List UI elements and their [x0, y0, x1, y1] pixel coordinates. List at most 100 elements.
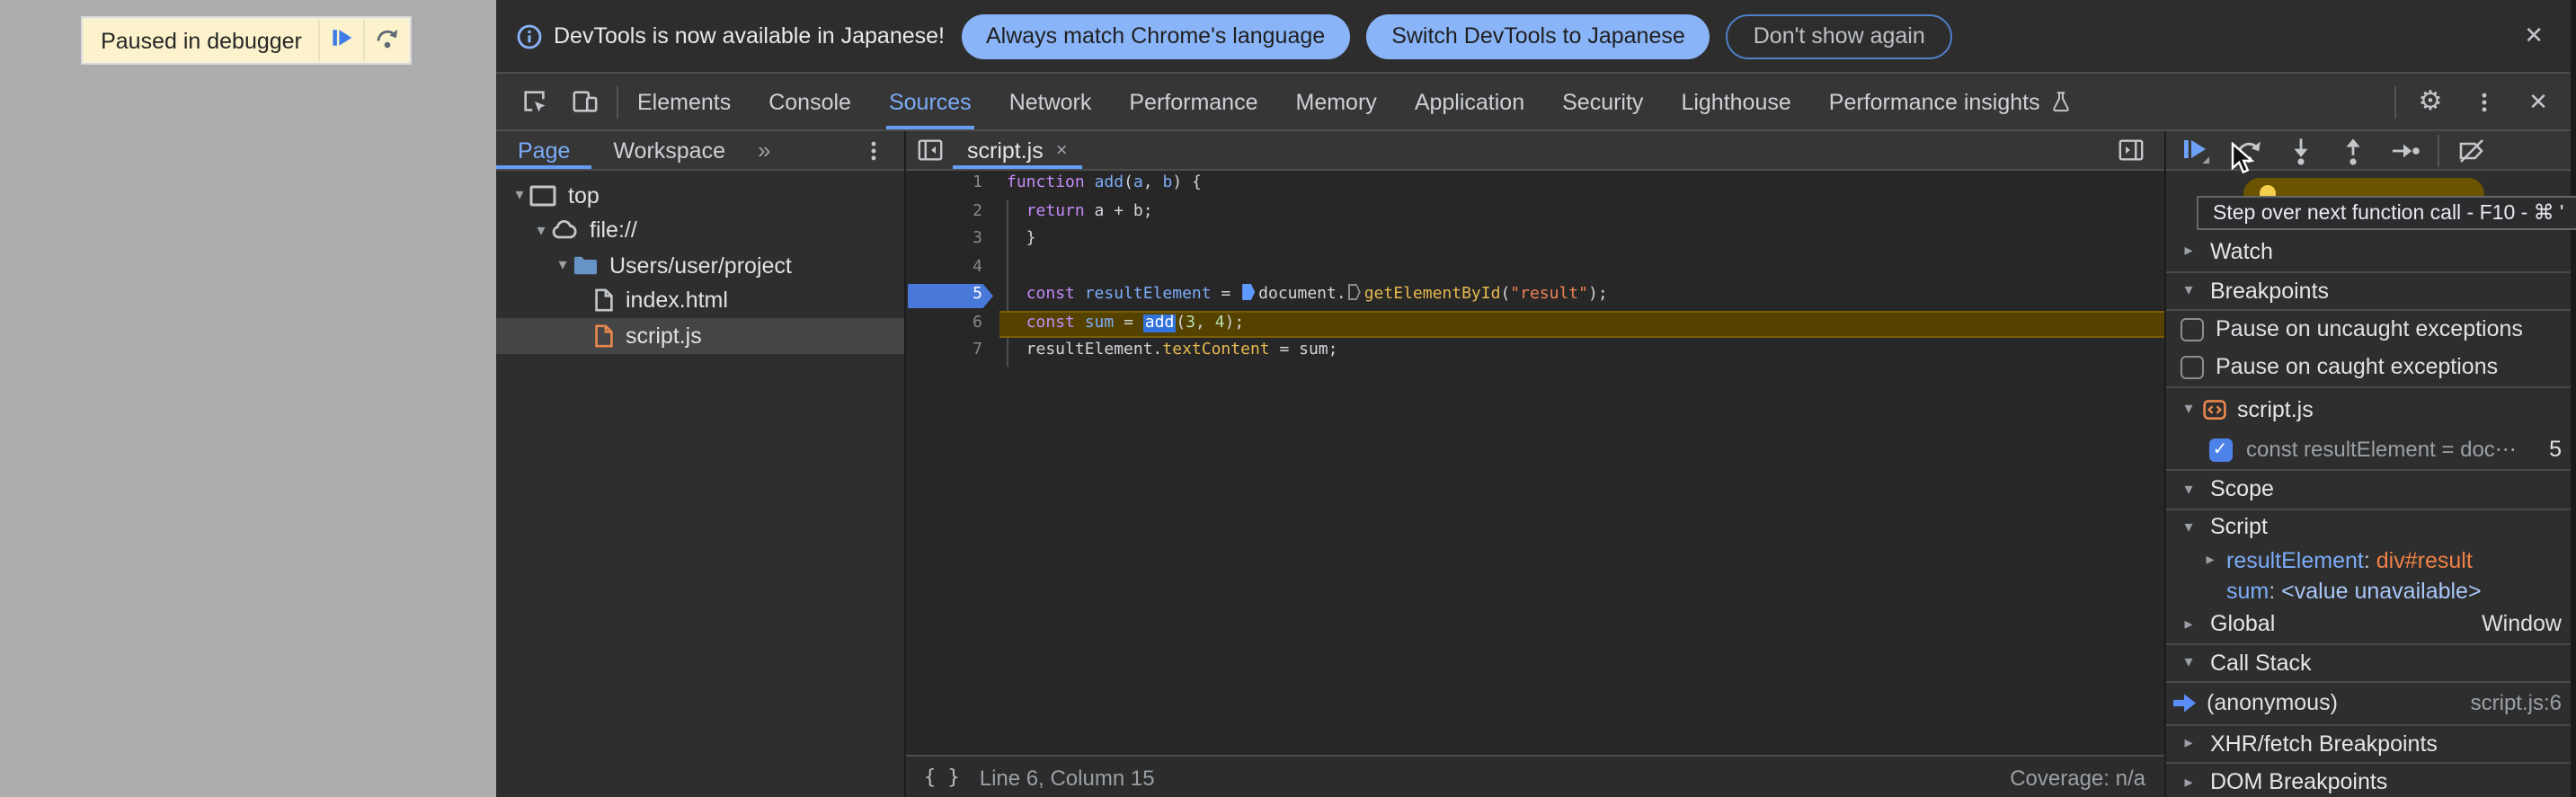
section-script[interactable]: ▾ Script	[2165, 508, 2576, 545]
expand-triangle-icon[interactable]: ▾	[511, 186, 529, 206]
gutter-line-6[interactable]: 6	[906, 310, 999, 338]
tab-sources[interactable]: Sources	[870, 74, 990, 129]
tab-console[interactable]: Console	[750, 74, 870, 129]
code-line-6: 6 const sum = add (3, 4);	[906, 310, 2163, 338]
navigator-tab-page[interactable]: Page	[496, 131, 592, 169]
notification-action-2[interactable]: Don't show again	[1726, 13, 1952, 58]
section-global[interactable]: ▸ Global Window	[2165, 606, 2576, 642]
code-token: b	[1162, 174, 1173, 192]
inline-breakpoint-icon[interactable]	[1242, 284, 1256, 300]
code-line-1: 1 function add(a, b) {	[906, 171, 2163, 199]
pretty-print-button[interactable]: { }	[924, 766, 960, 789]
tab-elements[interactable]: Elements	[618, 74, 750, 129]
section-sum[interactable]: sum: <value unavailable>	[2165, 575, 2576, 606]
tab-performance[interactable]: Performance	[1110, 74, 1276, 129]
breakpoint-marker[interactable]: 5	[908, 284, 993, 308]
hide-navigator-button[interactable]	[906, 131, 953, 169]
code-token: document.	[1258, 286, 1346, 304]
code-token: 3	[1186, 314, 1195, 332]
expand-triangle-icon[interactable]: ▸	[2180, 734, 2198, 754]
resume-script-button[interactable]	[318, 20, 363, 61]
expand-triangle-icon[interactable]: ▸	[2201, 550, 2219, 570]
section-xhr-fetch-breakpoints[interactable]: ▸ XHR/fetch Breakpoints	[2165, 723, 2576, 762]
editor-tab-label: script.js	[967, 137, 1044, 163]
inline-breakpoint-candidate-icon[interactable]	[1347, 284, 1361, 300]
expand-triangle-icon[interactable]: ▸	[2180, 773, 2198, 793]
expand-triangle-icon[interactable]: ▾	[2180, 399, 2198, 419]
section-scope[interactable]: ▾ Scope	[2165, 469, 2576, 508]
expand-triangle-icon[interactable]: ▾	[2180, 518, 2198, 537]
code-token: a + b;	[1084, 202, 1153, 220]
notification-action-1[interactable]: Switch DevTools to Japanese	[1366, 13, 1710, 58]
editor-tab-script-js[interactable]: script.js ×	[953, 131, 1082, 169]
gutter-line-4[interactable]: 4	[906, 254, 999, 282]
editor-tabstrip: script.js ×	[906, 131, 2163, 171]
call-stack-frame[interactable]: (anonymous)	[2207, 691, 2338, 716]
section-label: Script	[2210, 514, 2268, 540]
step-into-button[interactable]	[2280, 130, 2320, 170]
expand-triangle-icon[interactable]: ▾	[554, 256, 572, 276]
section-script-js[interactable]: ▾ script.js	[2165, 386, 2576, 429]
gutter-line-2[interactable]: 2	[906, 199, 999, 226]
gear-button[interactable]: ⚙	[2411, 82, 2450, 121]
close-tab-icon[interactable]: ×	[1056, 139, 1068, 161]
section-dom-breakpoints[interactable]: ▸ DOM Breakpoints	[2165, 762, 2576, 797]
tree-item-index-html[interactable]: index.html	[496, 283, 904, 318]
section-watch[interactable]: ▸ Watch	[2165, 232, 2576, 270]
breakpoint-checkbox[interactable]: ✓	[2208, 438, 2232, 461]
code-area[interactable]: 1 function add(a, b) {2 return a + b; 3 } 4…	[906, 171, 2163, 755]
gutter-line-5[interactable]: 5	[906, 282, 999, 310]
tree-item-file-[interactable]: ▾ file://	[496, 213, 904, 248]
section-call-stack[interactable]: ▾ Call Stack	[2165, 642, 2576, 681]
section--anonymous-[interactable]: (anonymous) script.js:6	[2165, 681, 2576, 723]
navigator-tab-workspace[interactable]: Workspace	[591, 131, 747, 169]
gutter-line-1[interactable]: 1	[906, 171, 999, 199]
inspect-icon	[520, 88, 547, 115]
close-icon[interactable]: ✕	[2524, 22, 2544, 50]
inspect-button[interactable]	[514, 82, 554, 121]
breakpoint-line-number: 5	[2549, 437, 2562, 462]
kebab-icon[interactable]	[861, 131, 904, 169]
gutter-line-3[interactable]: 3	[906, 226, 999, 254]
tab-performance-insights[interactable]: Performance insights	[1810, 74, 2092, 129]
code-token: }	[1007, 230, 1036, 248]
tree-item-top[interactable]: ▾ top	[496, 178, 904, 213]
tab-application[interactable]: Application	[1396, 74, 1543, 129]
expand-triangle-icon[interactable]: ▾	[532, 221, 550, 241]
tab-security[interactable]: Security	[1543, 74, 1662, 129]
kebab-button[interactable]	[2465, 82, 2504, 121]
deactivate-breakpoints-button[interactable]	[2451, 130, 2491, 170]
resume-button[interactable]	[2176, 130, 2216, 170]
gutter-line-7[interactable]: 7	[906, 338, 999, 366]
step-button[interactable]	[2385, 130, 2424, 170]
step-over-button[interactable]	[363, 20, 408, 61]
expand-triangle-icon[interactable]: ▸	[2180, 242, 2198, 261]
frame-location[interactable]: script.js:6	[2471, 691, 2576, 716]
code-token: a	[1133, 174, 1143, 192]
step-out-icon	[2338, 136, 2367, 164]
expand-triangle-icon[interactable]: ▾	[2180, 653, 2198, 673]
expand-triangle-icon[interactable]: ▸	[2180, 615, 2198, 634]
section-value: Window	[2482, 611, 2562, 637]
expand-triangle-icon[interactable]: ▾	[2180, 281, 2198, 301]
device-toolbar-button[interactable]	[564, 82, 604, 121]
code-token: );	[1588, 286, 1608, 304]
tree-item-Users-user-project[interactable]: ▾ Users/user/project	[496, 248, 904, 283]
section-resultelement[interactable]: ▸ resultElement: div#result	[2165, 545, 2576, 575]
checkbox[interactable]	[2180, 317, 2203, 341]
close-button[interactable]: ✕	[2518, 82, 2558, 121]
tab-lighthouse[interactable]: Lighthouse	[1662, 74, 1809, 129]
code-token: "result"	[1510, 286, 1588, 304]
expand-triangle-icon[interactable]: ▾	[2180, 480, 2198, 500]
section-breakpoints[interactable]: ▾ Breakpoints	[2165, 270, 2576, 309]
checkbox[interactable]	[2180, 355, 2203, 379]
notification-action-0[interactable]: Always match Chrome's language	[961, 13, 1351, 58]
step-out-button[interactable]	[2332, 130, 2372, 170]
toggle-debugger-sidebar-button[interactable]	[2108, 137, 2154, 164]
more-tabs-icon[interactable]: »	[747, 131, 781, 169]
tab-memory[interactable]: Memory	[1277, 74, 1396, 129]
tab-label: Performance insights	[1828, 89, 2040, 114]
tab-network[interactable]: Network	[990, 74, 1111, 129]
tree-item-script-js[interactable]: script.js	[496, 318, 904, 353]
breakpoint-snippet[interactable]: const resultElement = doc⋯	[2246, 437, 2517, 462]
